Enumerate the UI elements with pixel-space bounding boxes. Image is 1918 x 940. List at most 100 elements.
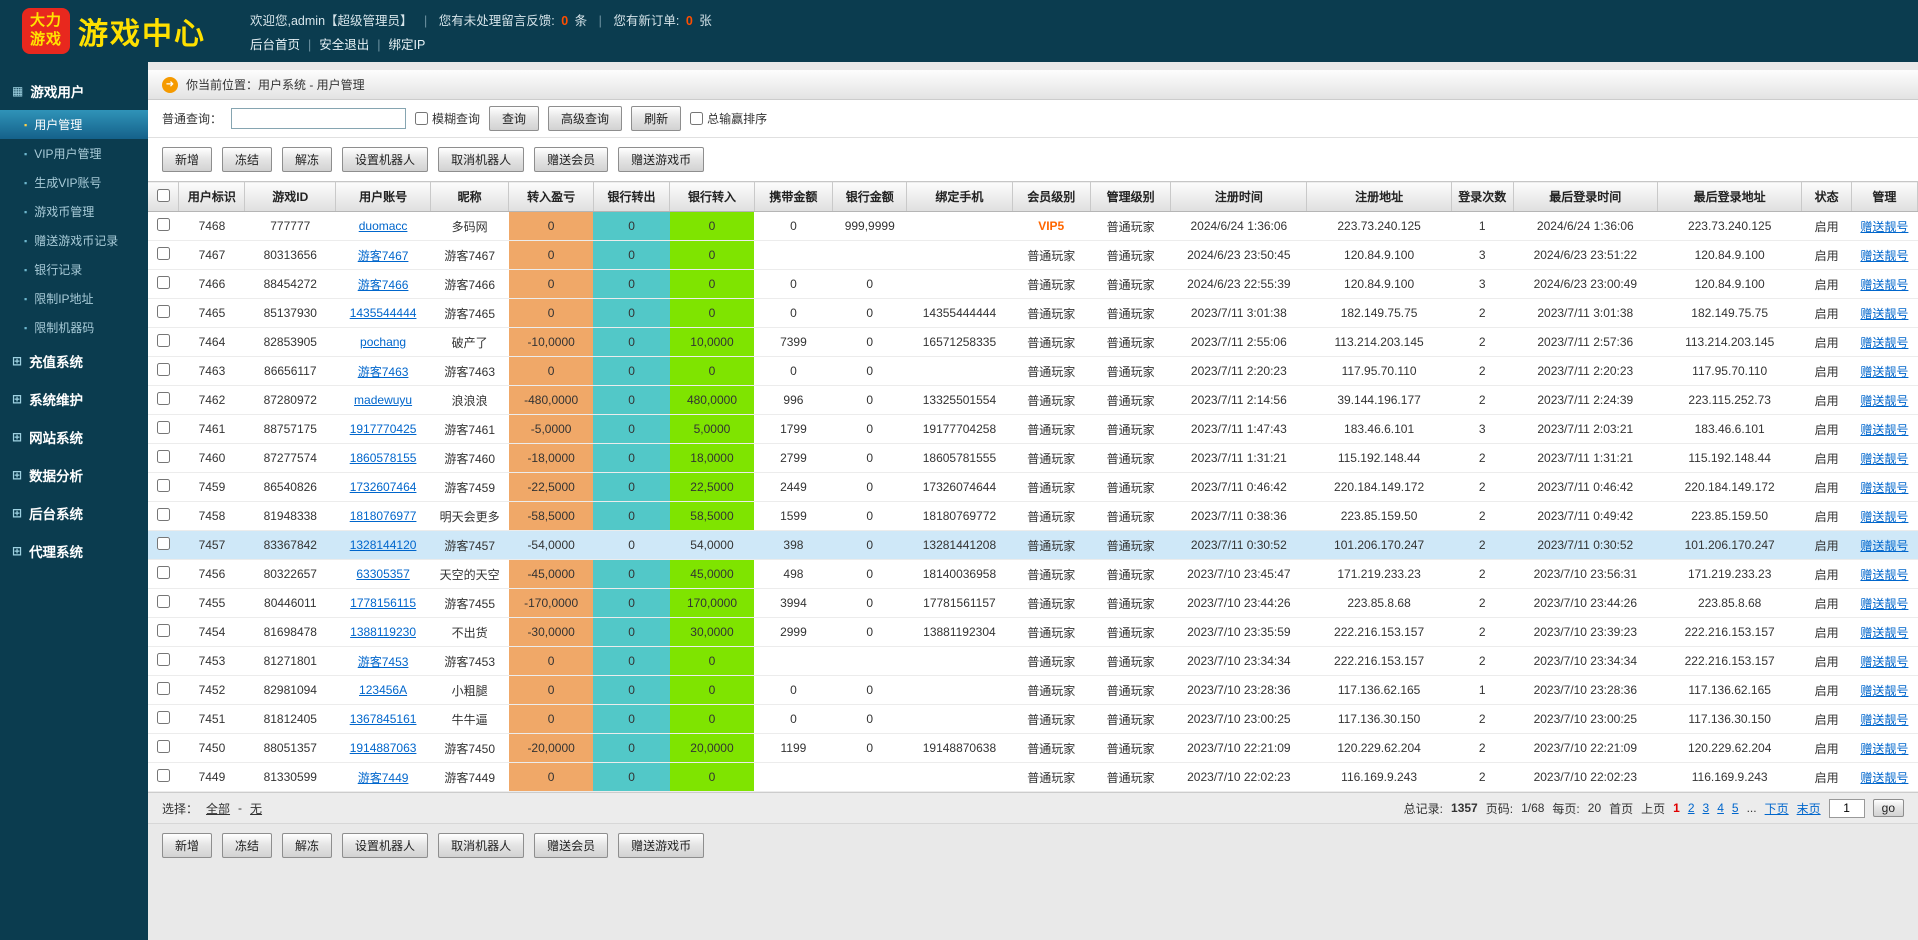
gift-member-button[interactable]: 赠送会员 (534, 147, 608, 172)
column-header-level[interactable]: 管理级别 (1090, 182, 1170, 212)
select-none-link[interactable]: 无 (250, 800, 262, 817)
column-header-in[interactable]: 银行转入 (670, 182, 755, 212)
fuzzy-checkbox[interactable] (415, 112, 428, 125)
gift-nice-id-link[interactable]: 赠送靓号 (1860, 684, 1908, 698)
sort-checkbox[interactable] (690, 112, 703, 125)
row-checkbox[interactable] (157, 392, 170, 405)
query-button[interactable]: 查询 (489, 106, 539, 131)
account-link[interactable]: 63305357 (356, 567, 409, 581)
gift-member-button[interactable]: 赠送会员 (534, 833, 608, 858)
freeze-button[interactable]: 冻结 (222, 147, 272, 172)
top-link-bind-ip[interactable]: 绑定IP (389, 38, 426, 52)
sidebar-item-0-1[interactable]: ▪VIP用户管理 (0, 139, 148, 168)
row-checkbox[interactable] (157, 479, 170, 492)
gift-nice-id-link[interactable]: 赠送靓号 (1860, 220, 1908, 234)
sidebar-section-3[interactable]: ⊞网站系统 (0, 418, 148, 456)
account-link[interactable]: 1778156115 (350, 596, 416, 610)
account-link[interactable]: 123456A (359, 683, 407, 697)
row-checkbox[interactable] (157, 450, 170, 463)
account-link[interactable]: 1388119230 (350, 625, 416, 639)
column-header-member[interactable]: 会员级别 (1012, 182, 1090, 212)
column-header-regtime[interactable]: 注册时间 (1171, 182, 1307, 212)
refresh-button[interactable]: 刷新 (631, 106, 681, 131)
sidebar-item-0-5[interactable]: ▪银行记录 (0, 255, 148, 284)
gift-nice-id-link[interactable]: 赠送靓号 (1860, 452, 1908, 466)
column-header-status[interactable]: 状态 (1802, 182, 1851, 212)
advanced-query-button[interactable]: 高级查询 (548, 106, 622, 131)
page-3[interactable]: 3 (1703, 801, 1710, 815)
account-link[interactable]: duomacc (359, 219, 408, 233)
go-button[interactable]: go (1873, 799, 1904, 817)
goto-page-input[interactable] (1829, 799, 1865, 818)
next-page[interactable]: 下页 (1765, 800, 1789, 817)
sidebar-section-0[interactable]: ▦游戏用户 (0, 72, 148, 110)
row-checkbox[interactable] (157, 769, 170, 782)
account-link[interactable]: 1328144120 (350, 538, 417, 552)
sidebar-section-2[interactable]: ⊞系统维护 (0, 380, 148, 418)
gift-nice-id-link[interactable]: 赠送靓号 (1860, 481, 1908, 495)
column-header-lasttime[interactable]: 最后登录时间 (1513, 182, 1657, 212)
sidebar-section-6[interactable]: ⊞代理系统 (0, 532, 148, 570)
gift-nice-id-link[interactable]: 赠送靓号 (1860, 394, 1908, 408)
gift-nice-id-link[interactable]: 赠送靓号 (1860, 278, 1908, 292)
row-checkbox[interactable] (157, 595, 170, 608)
top-link-home[interactable]: 后台首页 (250, 38, 300, 52)
account-link[interactable]: 1435544444 (350, 306, 417, 320)
account-link[interactable]: 游客7467 (358, 249, 409, 263)
gift-nice-id-link[interactable]: 赠送靓号 (1860, 423, 1908, 437)
page-2[interactable]: 2 (1688, 801, 1695, 815)
last-page[interactable]: 末页 (1797, 800, 1821, 817)
cancel-robot-button[interactable]: 取消机器人 (438, 833, 524, 858)
sidebar-item-0-0[interactable]: ▪用户管理 (0, 110, 148, 139)
gift-nice-id-link[interactable]: 赠送靓号 (1860, 249, 1908, 263)
account-link[interactable]: 游客7453 (358, 655, 409, 669)
gift-nice-id-link[interactable]: 赠送靓号 (1860, 568, 1908, 582)
sidebar-item-0-7[interactable]: ▪限制机器码 (0, 313, 148, 342)
row-checkbox[interactable] (157, 218, 170, 231)
freeze-button[interactable]: 冻结 (222, 833, 272, 858)
account-link[interactable]: pochang (360, 335, 406, 349)
row-checkbox[interactable] (157, 653, 170, 666)
account-link[interactable]: 游客7463 (358, 365, 409, 379)
account-link[interactable]: 1367845161 (350, 712, 417, 726)
sidebar-section-4[interactable]: ⊞数据分析 (0, 456, 148, 494)
row-checkbox[interactable] (157, 537, 170, 550)
unfreeze-button[interactable]: 解冻 (282, 833, 332, 858)
column-header-account[interactable]: 用户账号 (336, 182, 431, 212)
gift-nice-id-link[interactable]: 赠送靓号 (1860, 655, 1908, 669)
row-checkbox[interactable] (157, 305, 170, 318)
sidebar-item-0-6[interactable]: ▪限制IP地址 (0, 284, 148, 313)
account-link[interactable]: 游客7449 (358, 771, 409, 785)
column-header-nick[interactable]: 昵称 (431, 182, 509, 212)
gift-nice-id-link[interactable]: 赠送靓号 (1860, 510, 1908, 524)
search-input[interactable] (231, 108, 406, 129)
gift-nice-id-link[interactable]: 赠送靓号 (1860, 307, 1908, 321)
row-checkbox[interactable] (157, 682, 170, 695)
account-link[interactable]: 1917770425 (350, 422, 417, 436)
row-checkbox[interactable] (157, 566, 170, 579)
account-link[interactable]: 1914887063 (350, 741, 417, 755)
account-link[interactable]: 游客7466 (358, 278, 409, 292)
set-robot-button[interactable]: 设置机器人 (342, 833, 428, 858)
gift-coin-button[interactable]: 赠送游戏币 (618, 147, 704, 172)
column-header-manage[interactable]: 管理 (1851, 182, 1917, 212)
row-checkbox[interactable] (157, 711, 170, 724)
row-checkbox[interactable] (157, 624, 170, 637)
row-checkbox[interactable] (157, 363, 170, 376)
account-link[interactable]: 1818076977 (350, 509, 417, 523)
gift-nice-id-link[interactable]: 赠送靓号 (1860, 539, 1908, 553)
set-robot-button[interactable]: 设置机器人 (342, 147, 428, 172)
account-link[interactable]: 1860578155 (350, 451, 417, 465)
row-checkbox[interactable] (157, 247, 170, 260)
row-checkbox[interactable] (157, 421, 170, 434)
gift-nice-id-link[interactable]: 赠送靓号 (1860, 713, 1908, 727)
select-all-checkbox[interactable] (157, 189, 170, 202)
sidebar-item-0-4[interactable]: ▪赠送游戏币记录 (0, 226, 148, 255)
column-header-bank[interactable]: 银行金额 (833, 182, 907, 212)
row-checkbox[interactable] (157, 740, 170, 753)
row-checkbox[interactable] (157, 334, 170, 347)
page-5[interactable]: 5 (1732, 801, 1739, 815)
add-button[interactable]: 新增 (162, 833, 212, 858)
column-header-lastaddr[interactable]: 最后登录地址 (1657, 182, 1801, 212)
top-link-logout[interactable]: 安全退出 (319, 38, 369, 52)
